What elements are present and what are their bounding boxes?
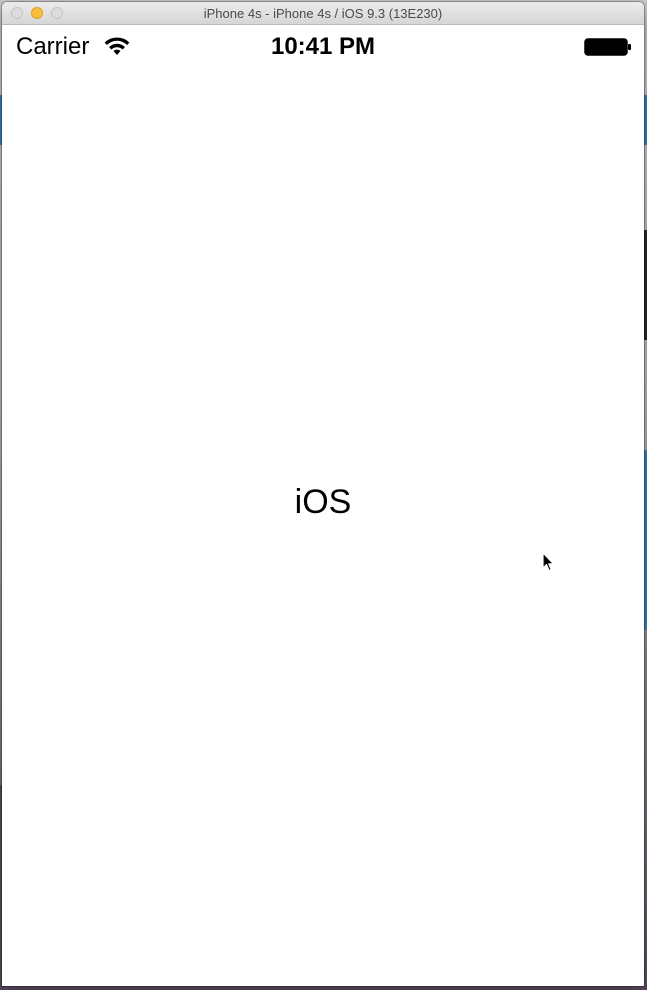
mouse-cursor-icon <box>542 552 555 572</box>
battery-icon <box>584 38 631 56</box>
main-label: iOS <box>294 483 352 521</box>
simulator-window: iPhone 4s - iPhone 4s / iOS 9.3 (13E230)… <box>2 2 644 986</box>
ios-status-bar: Carrier 10:41 PM <box>2 25 644 69</box>
status-time: 10:41 PM <box>270 33 376 60</box>
device-screen[interactable]: Carrier 10:41 PM iOS <box>2 25 644 986</box>
window-title: iPhone 4s - iPhone 4s / iOS 9.3 (13E230) <box>203 6 443 21</box>
window-titlebar[interactable]: iPhone 4s - iPhone 4s / iOS 9.3 (13E230) <box>2 2 644 25</box>
